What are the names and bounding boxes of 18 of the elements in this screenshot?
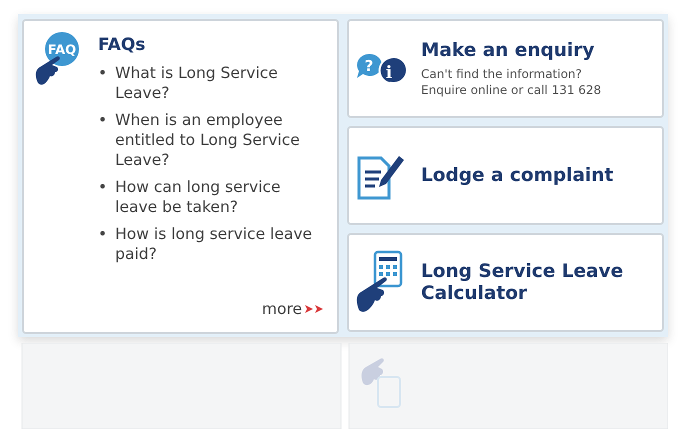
faq-link[interactable]: What is Long Service Leave?	[115, 63, 324, 103]
card-title: Lodge a complaint	[421, 164, 614, 186]
bullet: •	[98, 224, 108, 245]
faq-title: FAQs	[98, 35, 146, 55]
bullet: •	[98, 110, 108, 131]
card-title: Make an enquiry	[421, 40, 596, 62]
more-link[interactable]: more	[262, 300, 302, 318]
link-card[interactable]: Lodge a complaint	[347, 126, 664, 225]
double-arrow-icon	[305, 305, 324, 313]
link-card[interactable]: ? i Make an enquiry Can't find the information? Enquire online or call 131 628	[347, 19, 664, 118]
faq-link[interactable]: How can long service leave be taken?	[115, 177, 324, 217]
faq-link[interactable]: How is long service leave paid?	[115, 224, 324, 264]
link-card[interactable]: Long Service Leave Calculator	[347, 233, 664, 332]
bullet: •	[98, 63, 108, 84]
card-title: Long Service Leave Calculator	[421, 260, 624, 304]
card-subtitle: Can't find the information? Enquire online or call 131 628	[421, 66, 602, 98]
faq-link[interactable]: When is an employee entitled to Long Service Leave?	[115, 110, 324, 170]
bullet: •	[98, 177, 108, 198]
